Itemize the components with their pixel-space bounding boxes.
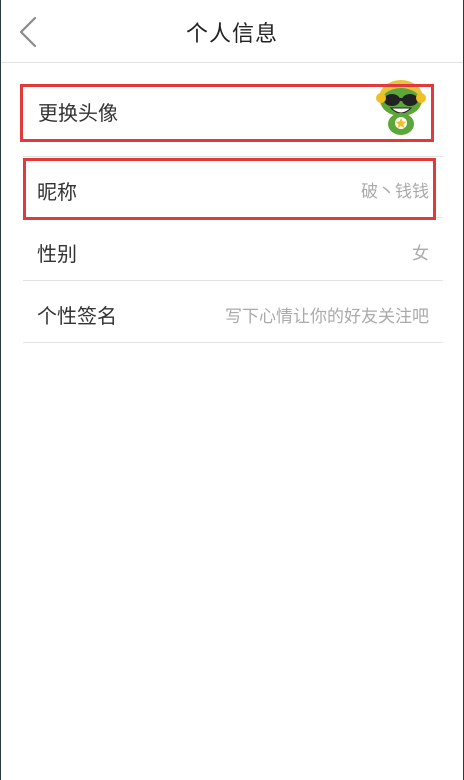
screen: 个人信息 更换头像 昵称 破丶钱钱 性别 女 个性签名 写下心情让你的好友关注吧 — [0, 0, 464, 780]
nickname-value: 破丶钱钱 — [361, 182, 429, 202]
gender-row[interactable]: 性别 女 — [23, 219, 443, 281]
change-avatar-label: 更换头像 — [38, 101, 118, 125]
nickname-row[interactable]: 昵称 破丶钱钱 — [23, 158, 443, 218]
nickname-label: 昵称 — [37, 180, 77, 204]
gender-label: 性别 — [37, 242, 77, 266]
navigation-bar: 个人信息 — [1, 0, 463, 63]
signature-label: 个性签名 — [37, 304, 117, 328]
gender-value: 女 — [412, 244, 429, 264]
avatar-divider — [23, 156, 443, 157]
signature-row[interactable]: 个性签名 写下心情让你的好友关注吧 — [23, 281, 443, 343]
frog-avatar-icon[interactable] — [373, 78, 429, 136]
signature-placeholder: 写下心情让你的好友关注吧 — [225, 307, 429, 327]
page-title: 个人信息 — [185, 22, 278, 47]
